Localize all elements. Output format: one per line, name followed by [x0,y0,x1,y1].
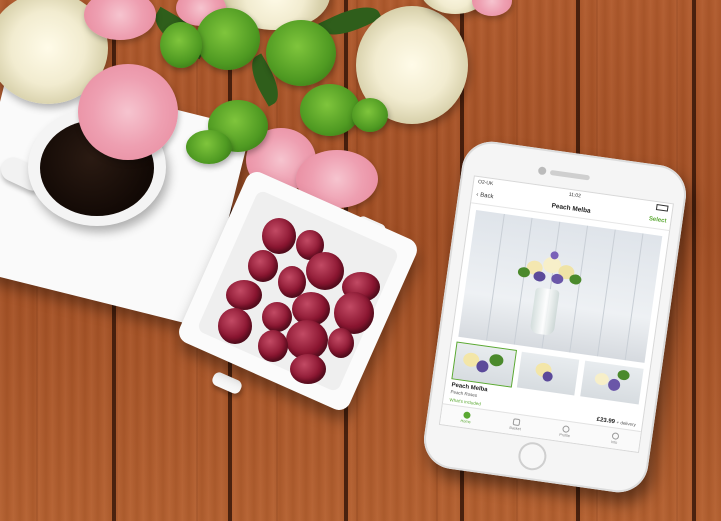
home-button[interactable] [516,440,549,473]
tab-info-label: Info [610,440,618,445]
chevron-left-icon: ‹ [475,191,479,199]
back-label: Back [479,192,494,201]
bouquet [513,244,589,301]
raspberry [262,218,296,254]
wall-panel [583,227,616,357]
smartphone: O2-UK 11:02 ‹ Back Peach Melba Select Pe… [420,137,690,497]
green-chrysanthemum [266,20,336,86]
thumb-flower [488,353,505,368]
tab-home[interactable]: Home [440,404,492,431]
product-hero-image[interactable] [458,209,663,363]
green-chrysanthemum [352,98,388,132]
raspberry [218,308,252,344]
delivery-note: + delivery [616,419,637,428]
front-camera [537,166,547,176]
earpiece-speaker [549,169,591,181]
bouquet-leaf [568,273,583,286]
bouquet-leaf [517,266,531,279]
raspberry [248,250,278,282]
thumb-flower [617,369,631,381]
basket-icon [512,418,520,427]
raspberry [290,354,326,384]
phone-screen: O2-UK 11:02 ‹ Back Peach Melba Select Pe… [438,175,674,453]
carrier-label: O2-UK [477,179,494,188]
tab-profile-label: Profile [558,432,571,439]
thumb-flower [475,359,490,374]
thumb-flower [541,370,553,383]
price-value: £23.99 [596,416,616,426]
tab-profile[interactable]: Profile [539,418,591,445]
product-text: Peach Melba Peach Roses What's included [449,382,488,407]
tab-basket[interactable]: Basket [489,411,541,438]
desk-scene: O2-UK 11:02 ‹ Back Peach Melba Select Pe… [0,0,721,521]
green-chrysanthemum [186,130,232,164]
bouquet-purple [532,270,547,283]
wall-panel [610,231,644,361]
green-chrysanthemum [160,22,202,68]
pink-carnation [78,64,178,160]
raspberry [262,302,292,332]
raspberry [226,280,262,310]
thumb-flower [607,378,622,392]
tab-basket-label: Basket [509,425,522,432]
wall-panel [472,211,505,341]
info-icon [611,432,619,440]
profile-icon [561,425,570,434]
tab-home-label: Home [460,418,471,425]
status-time: 11:02 [568,191,582,200]
battery-icon [655,204,669,212]
raspberry [258,330,288,362]
select-button[interactable]: Select [648,216,666,224]
green-chrysanthemum [196,8,260,70]
nav-title: Peach Melba [551,201,592,215]
tab-info[interactable]: Info [589,425,641,452]
raspberry [328,328,354,358]
home-flower-icon [462,411,471,420]
back-button[interactable]: ‹ Back [476,192,494,200]
raspberry [306,252,344,290]
green-chrysanthemum [300,84,360,136]
bouquet-purple [550,273,564,285]
